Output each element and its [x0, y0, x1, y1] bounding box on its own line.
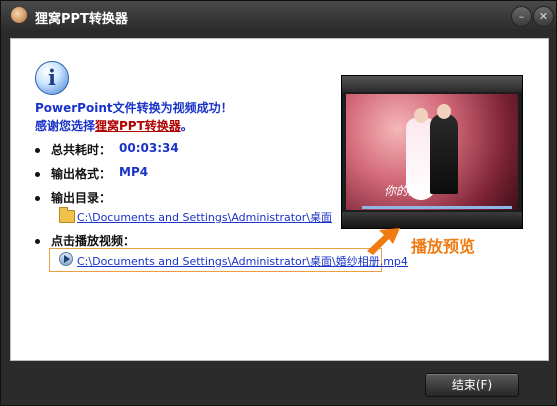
- window-title: 狸窝PPT转换器: [35, 12, 128, 27]
- result-panel: i PowerPoint文件转换为视频成功！ 感谢您选择狸窝PPT转换器。 总共…: [10, 38, 549, 361]
- pointer-arrow-icon: [367, 228, 400, 255]
- title-bar[interactable]: 狸窝PPT转换器 – ✕: [1, 1, 556, 31]
- close-button[interactable]: ✕: [533, 6, 554, 27]
- footer-bar: 结束(F): [1, 361, 556, 405]
- minimize-button[interactable]: –: [511, 6, 532, 27]
- converter-window: 狸窝PPT转换器 – ✕ i PowerPoint文件转换为视频成功！ 感谢您选…: [0, 0, 557, 406]
- app-logo-icon: [11, 7, 27, 23]
- finish-button[interactable]: 结束(F): [425, 373, 519, 397]
- preview-label: 播放预览: [411, 237, 476, 256]
